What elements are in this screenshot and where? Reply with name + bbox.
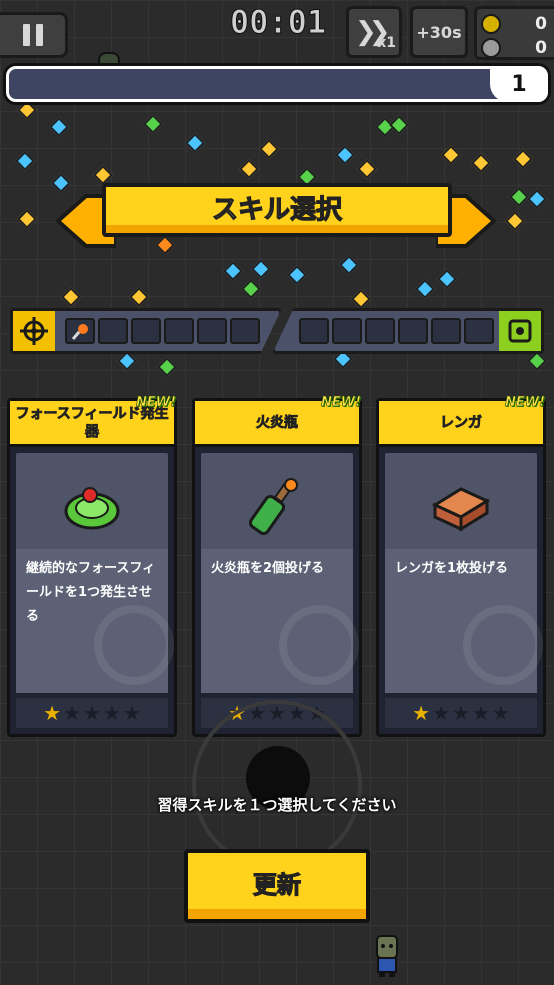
- star-icon: ★: [452, 701, 470, 725]
- skill-description: 火炎瓶を2個投げる: [211, 561, 325, 576]
- speed-label: x1: [377, 35, 396, 51]
- skill-select-banner: スキル選択: [102, 183, 452, 237]
- timer: 00:01: [229, 3, 327, 42]
- passive-slot: [431, 318, 461, 344]
- passive-slot: [464, 318, 494, 344]
- new-badge: NEW!: [504, 395, 546, 411]
- passive-slot: [299, 318, 329, 344]
- star-icon: ★: [432, 701, 451, 725]
- description-panel: レンガを1枚投げる: [385, 549, 543, 693]
- speed-button[interactable]: ❯❯ x1: [346, 6, 402, 58]
- passive-slot: [398, 318, 428, 344]
- star-rating: ★ ★ ★ ★ ★: [16, 698, 168, 728]
- skill-card-brick[interactable]: レンガ NEW! レンガを1枚投げる ★ ★ ★ ★ ★: [376, 395, 546, 737]
- description-panel: 継続的なフォースフィールドを1つ発生させる: [16, 549, 174, 693]
- crosshair-icon: [13, 311, 55, 351]
- skill-name: レンガ: [440, 414, 483, 431]
- star-icon: ★: [83, 701, 101, 725]
- pause-button[interactable]: [0, 12, 68, 58]
- resource-counters: 0 0: [474, 6, 554, 60]
- refresh-button[interactable]: 更新: [184, 849, 370, 923]
- skill-description: 継続的なフォースフィールドを1つ発生させる: [26, 561, 156, 624]
- passive-slot: [332, 318, 362, 344]
- passive-slot: [365, 318, 395, 344]
- coin-count: 0: [535, 14, 547, 34]
- player-character: [376, 935, 398, 977]
- skull-icon: [481, 38, 501, 58]
- star-icon: ★: [122, 701, 141, 725]
- skill-description: レンガを1枚投げる: [395, 561, 509, 576]
- weapon-slot: [65, 318, 95, 344]
- new-badge: NEW!: [135, 395, 177, 411]
- molotov-icon: [248, 478, 298, 535]
- card-body: 火炎瓶を2個投げる: [201, 453, 359, 693]
- passive-slot-bar: [272, 308, 544, 354]
- instruction-text: 習得スキルを１つ選択してください: [157, 796, 397, 814]
- crosshair-watermark-icon: [279, 605, 359, 685]
- star-icon: ★: [491, 701, 510, 725]
- crosshair-watermark-icon: [463, 605, 543, 685]
- card-body: レンガを1枚投げる: [385, 453, 543, 693]
- star-rating: ★ ★ ★ ★ ★: [385, 698, 537, 728]
- star-icon: ★: [102, 701, 121, 725]
- force-field-icon: [64, 487, 120, 530]
- skill-name: 火炎瓶: [256, 414, 299, 431]
- star-icon: ★: [43, 701, 62, 725]
- description-panel: 火炎瓶を2個投げる: [201, 549, 359, 693]
- new-badge: NEW!: [320, 395, 362, 411]
- star-icon: ★: [471, 701, 490, 725]
- weapon-slot: [131, 318, 161, 344]
- pause-icon: [22, 24, 30, 46]
- star-icon: ★: [412, 701, 431, 725]
- time-bonus-button[interactable]: +30s: [410, 6, 468, 58]
- weapon-slot: [230, 318, 260, 344]
- exp-bar: 1: [6, 66, 548, 102]
- skill-card-force-field[interactable]: フォースフィールド発生器 NEW! 継続的なフォースフィールドを1つ発生させる …: [7, 395, 177, 737]
- weapon-slot-bar: [10, 308, 282, 354]
- weapon-slot: [197, 318, 227, 344]
- coin-icon: [481, 14, 501, 34]
- gear-chip-icon: [499, 311, 541, 351]
- brick-icon: [431, 487, 491, 532]
- card-body: 継続的なフォースフィールドを1つ発生させる: [16, 453, 174, 693]
- weapon-equipped-icon: [71, 324, 88, 340]
- weapon-slot: [98, 318, 128, 344]
- kill-count: 0: [535, 38, 547, 58]
- weapon-slot: [164, 318, 194, 344]
- skill-card-molotov[interactable]: 火炎瓶 NEW! 火炎瓶を2個投げる ★ ★ ★ ★ ★: [192, 395, 362, 737]
- refresh-button-label: 更新: [252, 870, 301, 899]
- star-icon: ★: [63, 701, 82, 725]
- level-indicator: 1: [490, 66, 548, 102]
- banner-title: スキル選択: [211, 194, 342, 225]
